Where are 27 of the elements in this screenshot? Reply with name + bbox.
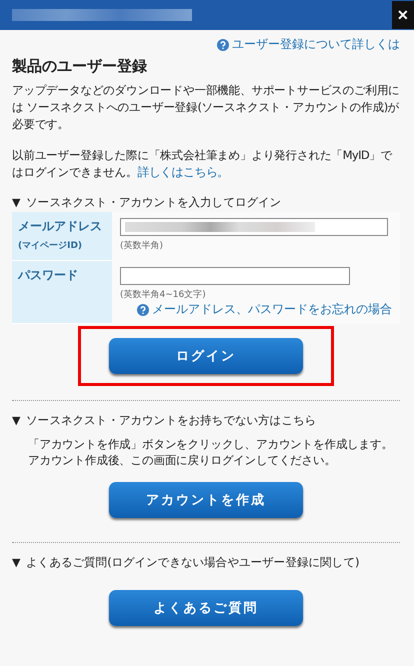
intro-text: アップデータなどのダウンロードや一部機能、サポートサービスのご利用には ソースネクストへのユーザー登録(ソースネクスト・アカウントの作成)が必要です。: [12, 82, 400, 133]
help-icon: [137, 304, 149, 316]
field-sublabel: (マイページID): [18, 240, 84, 252]
section-marker: ▼: [12, 196, 20, 209]
section-marker: ▼: [12, 556, 20, 569]
details-link[interactable]: 詳しくはこちら。: [137, 164, 229, 181]
instruction-text: アカウント作成後、この画面に戻りログインしてください。: [27, 452, 337, 468]
section-title: ソースネクスト・アカウントをお持ちでない方はこちら: [26, 413, 316, 428]
close-button[interactable]: ✕: [392, 1, 414, 29]
help-icon: [217, 38, 229, 50]
field-label: パスワード: [18, 267, 79, 284]
faq-button[interactable]: よくあるご質問: [109, 590, 303, 626]
section-title: ソースネクスト・アカウントを入力してログイン: [26, 195, 282, 210]
section-marker: ▼: [12, 414, 20, 427]
field-hint: (英数半角): [120, 240, 164, 252]
field-label: メールアドレス: [18, 218, 103, 235]
notice-text: 以前ユーザー登録した際に「株式会社筆まめ」より発行された「MyID」ではログインできません。詳しくはこちら。: [12, 147, 394, 181]
input-field[interactable]: [120, 267, 350, 285]
create-account-button[interactable]: アカウントを作成: [109, 482, 303, 518]
instruction-text: 「アカウントを作成」ボタンをクリックし、アカウントを作成します。: [27, 436, 394, 452]
section-title: よくあるご質問(ログインできない場合やユーザー登録に関して): [26, 555, 360, 570]
help-link[interactable]: ユーザー登録について詳しくは: [217, 36, 400, 53]
login-button[interactable]: ログイン: [109, 338, 303, 374]
forgot-link[interactable]: メールアドレス、パスワードをお忘れの場合: [137, 301, 392, 318]
input-field[interactable]: [120, 218, 388, 236]
page-heading: 製品のユーザー登録: [12, 57, 148, 76]
field-hint: (英数半角4~16文字): [120, 288, 207, 301]
